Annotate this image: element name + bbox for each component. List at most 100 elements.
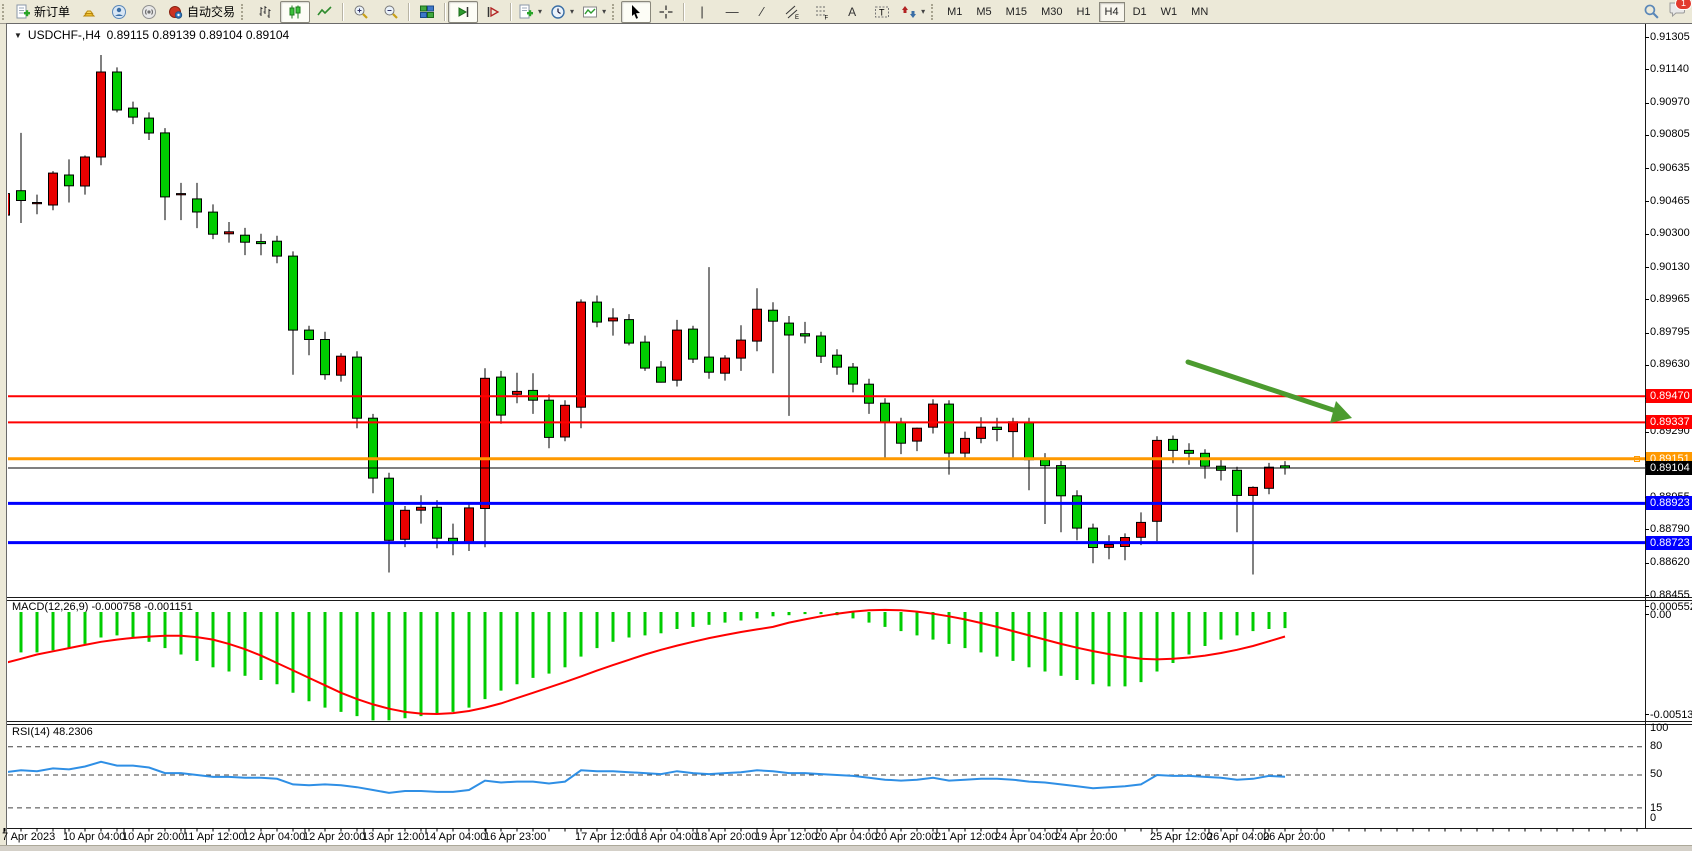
time-tick-label: 26 Apr 20:00 xyxy=(1263,831,1325,843)
price-tick-label: 0.90465 xyxy=(1650,195,1690,207)
horizontal-line-button[interactable]: — xyxy=(717,1,747,23)
panel-separator[interactable] xyxy=(7,600,1692,601)
chart-title[interactable]: ▼ USDCHF-,H4 0.89115 0.89139 0.89104 0.8… xyxy=(14,28,289,42)
timeframe-button-m15[interactable]: M15 xyxy=(1000,2,1033,22)
fibonacci-button[interactable]: F xyxy=(807,1,837,23)
history-center-button[interactable] xyxy=(74,1,104,23)
axis-tick xyxy=(1645,103,1649,104)
notifications-button[interactable]: 1 xyxy=(1668,1,1686,22)
macd-label: MACD(12,26,9) -0.000758 -0.001151 xyxy=(12,601,193,613)
svg-text:E: E xyxy=(795,15,799,20)
rsi-axis-label: 100 xyxy=(1650,722,1668,734)
search-icon[interactable] xyxy=(1643,3,1660,20)
vertical-line-button[interactable]: | xyxy=(687,1,717,23)
time-tick-label: 10 Apr 20:00 xyxy=(122,831,184,843)
tile-windows-icon xyxy=(419,4,435,20)
crosshair-button[interactable] xyxy=(651,1,681,23)
gold-icon xyxy=(81,4,97,20)
axis-tick xyxy=(1645,299,1649,300)
time-tick-label: 10 Apr 04:00 xyxy=(63,831,125,843)
axis-tick xyxy=(1645,432,1649,433)
toolbar-grip[interactable] xyxy=(2,4,9,20)
new-order-icon xyxy=(15,4,31,20)
tile-windows-button[interactable] xyxy=(412,1,442,23)
auto-scroll-icon xyxy=(455,4,471,20)
bid-price-badge: 0.89104 xyxy=(1646,461,1692,475)
auto-trading-button[interactable]: 自动交易 xyxy=(164,1,239,23)
axis-tick xyxy=(1645,614,1649,615)
time-tick-label: 24 Apr 04:00 xyxy=(995,831,1057,843)
panel-separator[interactable] xyxy=(7,721,1692,722)
time-tick-label: 19 Apr 12:00 xyxy=(755,831,817,843)
timeframe-button-w1[interactable]: W1 xyxy=(1155,2,1184,22)
panel-separator[interactable] xyxy=(7,597,1692,598)
auto-trading-icon xyxy=(168,4,184,20)
timeframe-button-m30[interactable]: M30 xyxy=(1035,2,1068,22)
bar-chart-button[interactable] xyxy=(250,1,280,23)
timeframe-button-h4[interactable]: H4 xyxy=(1099,2,1125,22)
channel-button[interactable]: E xyxy=(777,1,807,23)
indicators-button[interactable]: ▾ xyxy=(578,1,610,23)
candlestick-button[interactable] xyxy=(280,1,310,23)
price-tick-label: 0.91140 xyxy=(1650,63,1689,75)
trendline-button[interactable]: ∕ xyxy=(747,1,777,23)
timeframe-button-m1[interactable]: M1 xyxy=(941,2,968,22)
cursor-button[interactable] xyxy=(621,1,651,23)
chart-shift-button[interactable] xyxy=(478,1,508,23)
candlestick-icon xyxy=(287,4,303,20)
chart-shift-icon xyxy=(485,4,501,20)
symbol-timeframe: USDCHF-,H4 xyxy=(28,28,101,42)
text-button[interactable]: A xyxy=(837,1,867,23)
macd-axis-label: -0.00513 xyxy=(1650,709,1692,721)
zoom-out-button[interactable] xyxy=(376,1,406,23)
period-button[interactable]: ▾ xyxy=(546,1,578,23)
zoom-in-button[interactable] xyxy=(346,1,376,23)
community-button[interactable] xyxy=(104,1,134,23)
timeframe-button-d1[interactable]: D1 xyxy=(1127,2,1153,22)
panel-separator[interactable] xyxy=(7,724,1692,725)
cursor-icon xyxy=(628,4,644,20)
price-tick-label: 0.90970 xyxy=(1650,96,1690,108)
axis-tick xyxy=(1645,168,1649,169)
arrows-icon xyxy=(901,4,917,20)
time-tick-label: 12 Apr 20:00 xyxy=(303,831,365,843)
timeframe-button-h1[interactable]: H1 xyxy=(1070,2,1096,22)
timeframe-button-m5[interactable]: M5 xyxy=(970,2,997,22)
main-toolbar: 新订单 自动交易 xyxy=(0,0,1692,24)
time-tick-label: 13 Apr 12:00 xyxy=(362,831,424,843)
time-tick-label: 11 Apr 12:00 xyxy=(183,831,245,843)
svg-text:F: F xyxy=(825,15,829,20)
horizontal-line-icon: — xyxy=(726,5,739,18)
new-order-button[interactable]: 新订单 xyxy=(11,1,74,23)
toolbar-grip[interactable] xyxy=(931,4,938,20)
signal-icon xyxy=(141,4,157,20)
axis-tick xyxy=(1645,714,1649,715)
fibonacci-icon: F xyxy=(814,4,830,20)
text-label-button[interactable]: T xyxy=(867,1,897,23)
timeframe-toolbar: M1M5M15M30H1H4D1W1MN xyxy=(940,2,1215,22)
bar-chart-icon xyxy=(257,4,273,20)
line-chart-icon xyxy=(317,4,333,20)
auto-scroll-button[interactable] xyxy=(448,1,478,23)
zoom-in-icon xyxy=(353,4,369,20)
price-level-badge: 0.88723 xyxy=(1646,536,1692,550)
rsi-axis-label: 80 xyxy=(1650,740,1662,752)
line-chart-button[interactable] xyxy=(310,1,340,23)
new-chart-button[interactable]: ▾ xyxy=(514,1,546,23)
channel-icon: E xyxy=(784,4,800,20)
label-icon: T xyxy=(874,4,890,20)
time-tick-label: 18 Apr 20:00 xyxy=(695,831,757,843)
axis-tick xyxy=(1645,234,1649,235)
auto-trading-label: 自动交易 xyxy=(187,3,235,20)
rsi-axis-label: 0 xyxy=(1650,812,1656,824)
arrows-tool-button[interactable]: ▾ xyxy=(897,1,929,23)
chevron-down-icon: ▾ xyxy=(921,7,925,16)
line-handle[interactable] xyxy=(1634,456,1640,462)
signals-button[interactable] xyxy=(134,1,164,23)
time-tick-label: 20 Apr 04:00 xyxy=(815,831,877,843)
period-icon xyxy=(550,4,566,20)
toolbar-grip[interactable] xyxy=(241,4,248,20)
timeframe-button-mn[interactable]: MN xyxy=(1185,2,1214,22)
axis-tick xyxy=(1645,563,1649,564)
toolbar-grip[interactable] xyxy=(612,4,619,20)
